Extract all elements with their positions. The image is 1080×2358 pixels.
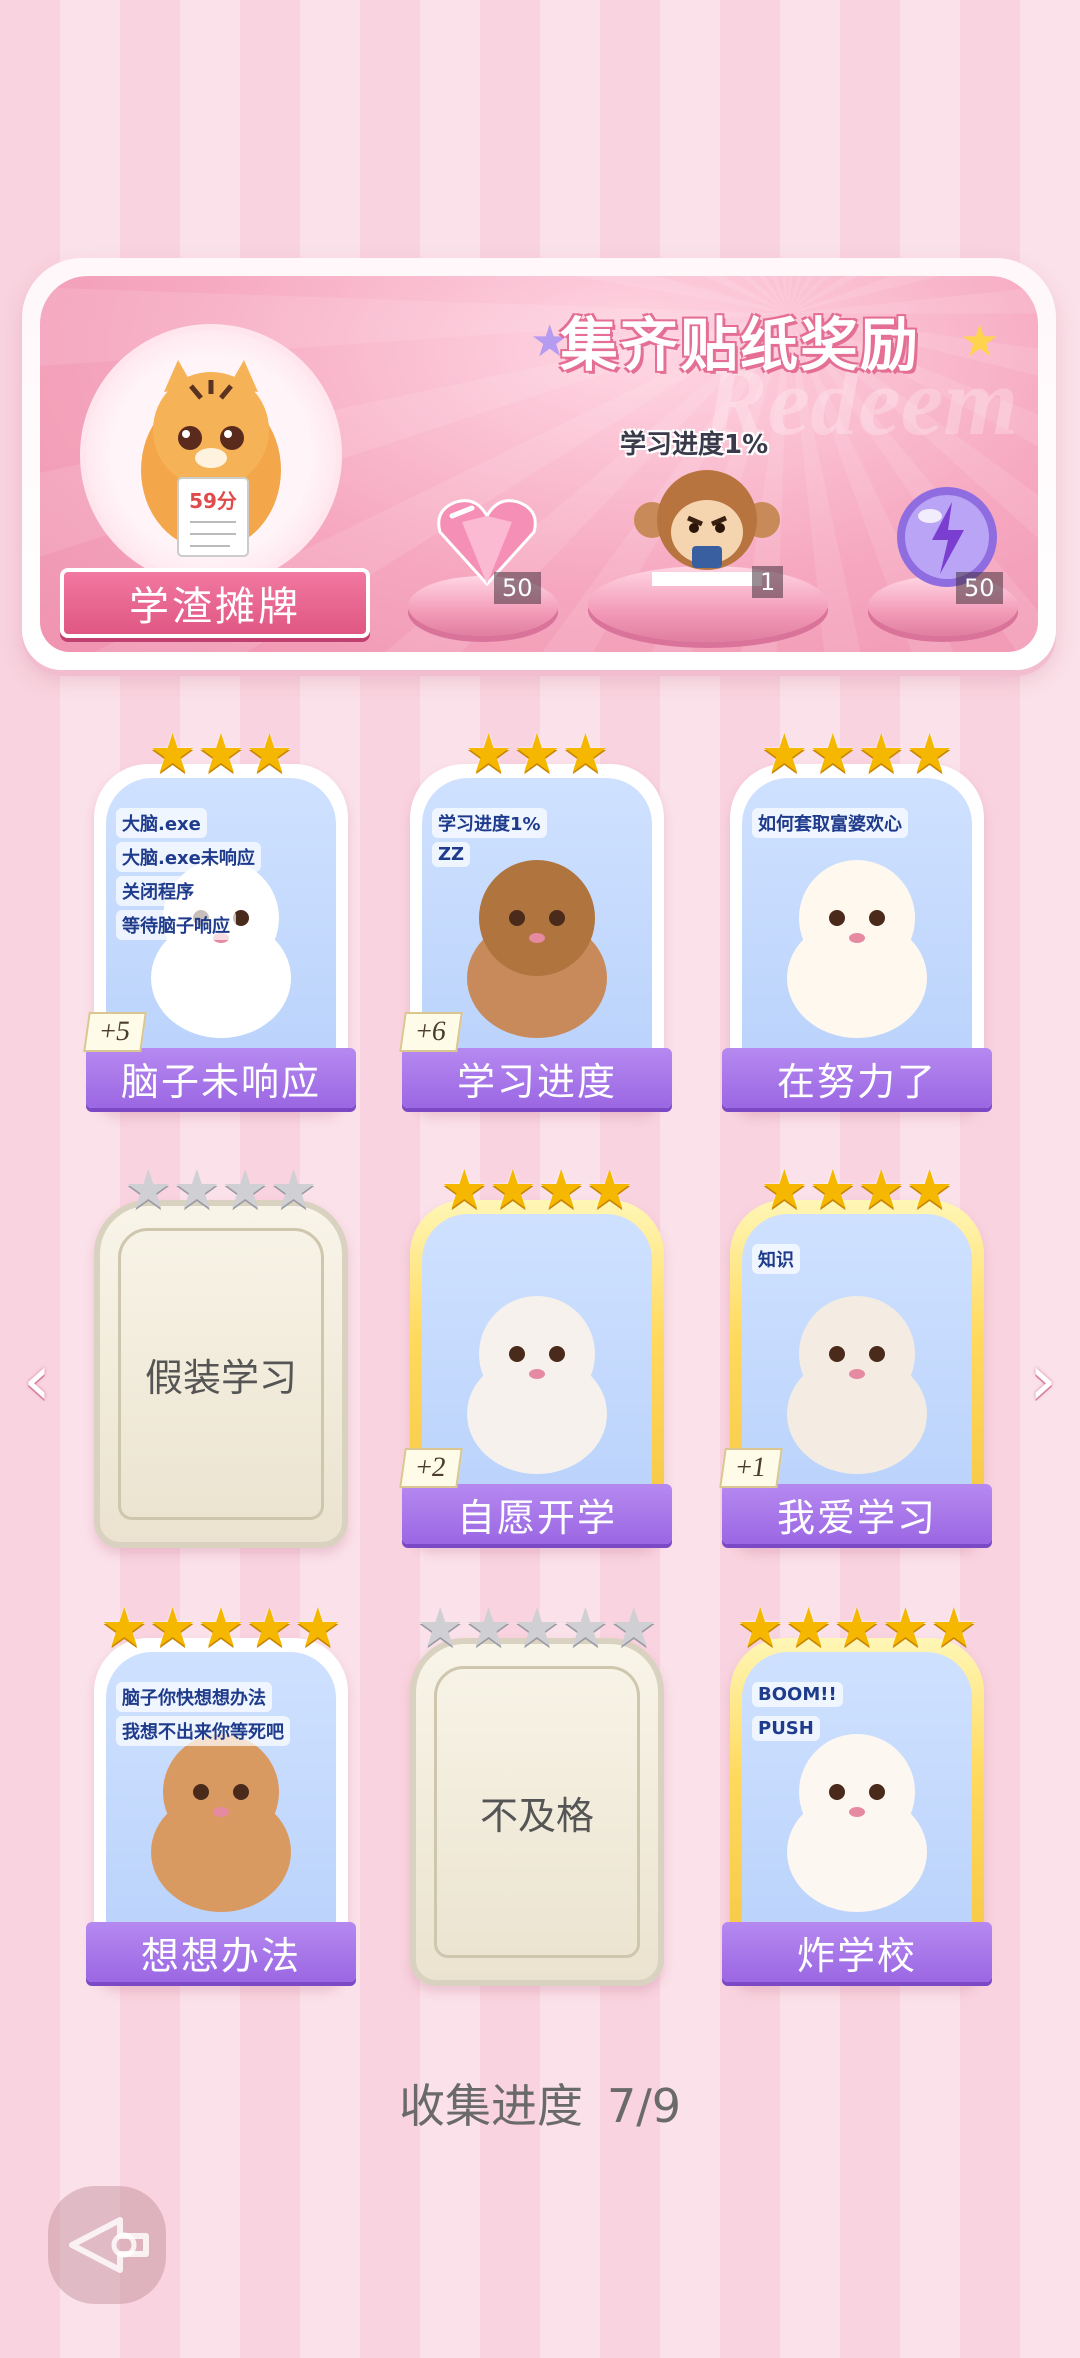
reward-caption: 学习进度1%: [620, 430, 769, 460]
star-icon: ★: [124, 1158, 173, 1221]
card-art-text: 知识: [752, 1244, 800, 1274]
card-art-text: 如何套取富婆欢心: [752, 808, 908, 838]
star-icon: ★: [857, 1158, 906, 1221]
avatar-tiger[interactable]: 59分: [80, 324, 342, 586]
rarity-stars: ★ ★ ★: [410, 724, 664, 784]
star-icon: ★: [269, 1158, 318, 1221]
star-icon: ★: [881, 1596, 930, 1659]
collection-progress: 收集进度 7/9: [0, 2070, 1080, 2136]
card-label: 想想办法: [86, 1922, 356, 1982]
card-art-text: 大脑.exe未响应: [116, 842, 261, 872]
star-icon: ★: [245, 1596, 294, 1659]
back-arrow-icon: [69, 2217, 149, 2273]
star-icon: ★: [440, 1158, 489, 1221]
progress-value: 7/9: [606, 2079, 682, 2133]
yellow-star-icon: ★: [960, 317, 1000, 366]
rarity-stars: ★ ★ ★ ★: [730, 1160, 984, 1220]
star-icon: ★: [221, 1158, 270, 1221]
card-label: 我爱学习: [722, 1484, 992, 1544]
star-icon: ★: [464, 1596, 513, 1659]
rarity-stars: ★ ★ ★ ★ ★: [730, 1598, 984, 1658]
duplicate-count-badge: +2: [399, 1448, 463, 1488]
sticker-card[interactable]: 如何套取富婆欢心 在努力了 ★ ★ ★ ★: [722, 724, 992, 1112]
star-icon: ★: [537, 1158, 586, 1221]
star-icon: ★: [832, 1596, 882, 1659]
sticker-card[interactable]: 假装学习 ★ ★ ★ ★: [94, 1160, 348, 1548]
star-icon: ★: [488, 1158, 537, 1221]
star-icon: ★: [784, 1596, 833, 1659]
star-icon: ★: [808, 722, 857, 785]
rarity-stars: ★ ★ ★: [94, 724, 348, 784]
banner-title: 集齐贴纸奖励: [560, 311, 921, 379]
star-icon: ★: [512, 722, 562, 785]
sticker-card[interactable]: 知识 我爱学习 +1 ★ ★ ★ ★: [719, 1160, 992, 1548]
rarity-stars: ★ ★ ★ ★: [730, 724, 984, 784]
chevron-left-icon[interactable]: ‹: [12, 1340, 62, 1420]
locked-card-name: 不及格: [434, 1666, 640, 1958]
star-icon: ★: [905, 722, 954, 785]
star-icon: ★: [585, 1158, 634, 1221]
card-label: 学习进度: [402, 1048, 672, 1108]
reward-banner-inner: Redeem ★ 集齐贴纸奖励 ★ 59分 学渣摊牌 50 学习进度1% 1 5…: [40, 276, 1038, 652]
star-icon: ★: [808, 1158, 857, 1221]
star-icon: ★: [148, 722, 197, 785]
card-label: 脑子未响应: [86, 1048, 356, 1108]
star-icon: ★: [512, 1596, 562, 1659]
card-art-text: 学习进度1%: [432, 808, 547, 838]
star-icon: ★: [99, 1596, 149, 1659]
card-art-text: BOOM!!: [752, 1682, 843, 1707]
tiger-paper-score: 59分: [189, 489, 237, 513]
card-art-text: PUSH: [752, 1716, 820, 1741]
tiger-icon: 59分: [141, 360, 281, 557]
star-icon: ★: [415, 1596, 465, 1659]
star-icon: ★: [148, 1596, 197, 1659]
star-icon: ★: [561, 1596, 610, 1659]
star-icon: ★: [172, 1158, 221, 1221]
star-icon: ★: [857, 722, 906, 785]
duplicate-count-badge: +1: [719, 1448, 783, 1488]
rarity-stars: ★ ★ ★ ★ ★: [410, 1598, 664, 1658]
rarity-stars: ★ ★ ★ ★: [94, 1160, 348, 1220]
card-label: 炸学校: [722, 1922, 992, 1982]
card-art-text: 大脑.exe: [116, 808, 207, 838]
reward-banner: Redeem ★ 集齐贴纸奖励 ★ 59分 学渣摊牌 50 学习进度1% 1 5…: [22, 258, 1056, 670]
star-icon: ★: [196, 722, 246, 785]
reward-count: 50: [494, 572, 541, 604]
star-icon: ★: [929, 1596, 979, 1659]
sticker-card[interactable]: 自愿开学 +2 ★ ★ ★ ★: [399, 1160, 672, 1548]
star-icon: ★: [464, 722, 513, 785]
card-art-text: 等待脑子响应: [116, 910, 236, 940]
star-icon: ★: [196, 1596, 246, 1659]
star-icon: ★: [760, 1158, 809, 1221]
card-art-text: 脑子你快想想办法: [116, 1682, 272, 1712]
duplicate-count-badge: +6: [399, 1012, 463, 1052]
reward-count: 1: [752, 566, 784, 598]
duplicate-count-badge: +5: [83, 1012, 147, 1052]
card-art-text: 关闭程序: [116, 876, 200, 906]
sticker-card[interactable]: 不及格 ★ ★ ★ ★ ★: [410, 1598, 664, 1986]
star-icon: ★: [735, 1596, 785, 1659]
sticker-card[interactable]: 学习进度1% ZZ 学习进度 +6 ★ ★ ★: [399, 724, 672, 1112]
star-icon: ★: [293, 1596, 343, 1659]
reward-count: 50: [956, 572, 1003, 604]
back-button[interactable]: [48, 2186, 166, 2304]
chevron-right-icon[interactable]: ›: [1018, 1340, 1068, 1420]
locked-card-name: 假装学习: [118, 1228, 324, 1520]
progress-label: 收集进度: [398, 2079, 583, 2133]
card-art-text: ZZ: [432, 842, 471, 867]
avatar-title-plate: 学渣摊牌: [60, 568, 370, 638]
star-icon: ★: [245, 722, 294, 785]
star-icon: ★: [905, 1158, 954, 1221]
star-icon: ★: [609, 1596, 659, 1659]
star-icon: ★: [760, 722, 809, 785]
sticker-card[interactable]: BOOM!! PUSH 炸学校 ★ ★ ★ ★ ★: [722, 1598, 992, 1986]
card-label: 自愿开学: [402, 1484, 672, 1544]
star-icon: ★: [561, 722, 610, 785]
rarity-stars: ★ ★ ★ ★ ★: [94, 1598, 348, 1658]
card-label: 在努力了: [722, 1048, 992, 1108]
rarity-stars: ★ ★ ★ ★: [410, 1160, 664, 1220]
sticker-card[interactable]: 脑子你快想想办法 我想不出来你等死吧 想想办法 ★ ★ ★ ★ ★: [86, 1598, 356, 1986]
sticker-card[interactable]: 大脑.exe 大脑.exe未响应 关闭程序 等待脑子响应 脑子未响应 +5 ★ ★ ★: [83, 724, 356, 1112]
card-art-text: 我想不出来你等死吧: [116, 1716, 290, 1746]
